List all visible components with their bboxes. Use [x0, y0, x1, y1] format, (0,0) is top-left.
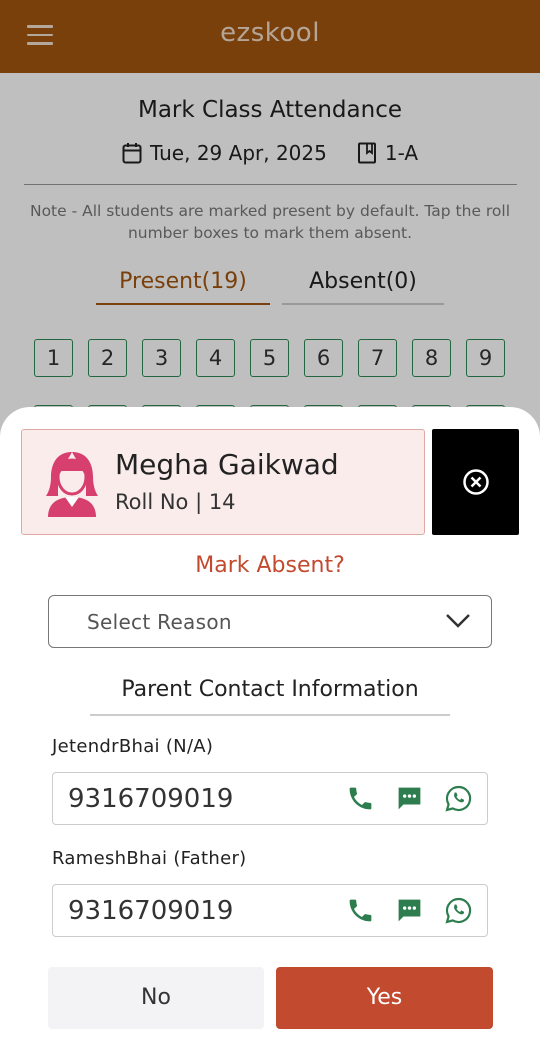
yes-button[interactable]: Yes — [276, 967, 493, 1029]
sms-icon[interactable] — [395, 784, 424, 813]
mark-absent-sheet: Megha Gaikwad Roll No | 14 Mark Absent? … — [0, 407, 540, 1051]
whatsapp-icon[interactable] — [444, 784, 473, 813]
contact-label: JetendrBhai (N/A) — [52, 736, 214, 757]
student-card: Megha Gaikwad Roll No | 14 — [21, 429, 425, 535]
student-roll: Roll No | 14 — [115, 490, 236, 514]
close-circle-icon — [462, 468, 490, 496]
close-button[interactable] — [432, 429, 519, 535]
contact-label: RameshBhai (Father) — [52, 848, 247, 869]
contact-phone-field: 9316709019 — [52, 884, 488, 937]
reason-select-placeholder: Select Reason — [87, 610, 232, 634]
student-avatar-icon — [44, 449, 100, 517]
phone-icon[interactable] — [346, 896, 375, 925]
chevron-down-icon — [445, 612, 471, 630]
contact-phone-number: 9316709019 — [68, 784, 234, 814]
no-button[interactable]: No — [48, 967, 264, 1029]
reason-select[interactable]: Select Reason — [48, 595, 492, 648]
sms-icon[interactable] — [395, 896, 424, 925]
contact-heading: Parent Contact Information — [121, 677, 419, 702]
contact-phone-number: 9316709019 — [68, 896, 234, 926]
contact-phone-field: 9316709019 — [52, 772, 488, 825]
mark-absent-prompt: Mark Absent? — [195, 553, 345, 578]
whatsapp-icon[interactable] — [444, 896, 473, 925]
phone-icon[interactable] — [346, 784, 375, 813]
contact-heading-underline — [90, 714, 450, 716]
student-name: Megha Gaikwad — [115, 448, 339, 481]
